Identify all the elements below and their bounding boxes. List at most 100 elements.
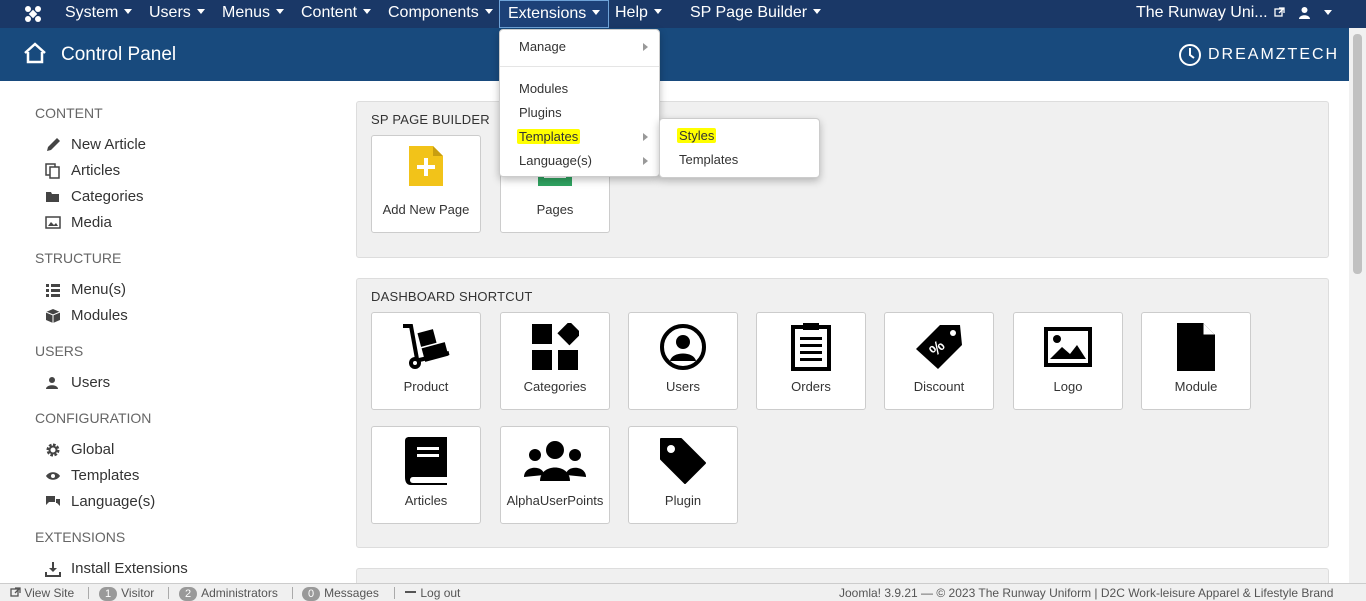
submenu-item-label: Styles bbox=[677, 128, 717, 143]
panel-title: DASHBOARD SHORTCUT bbox=[371, 289, 533, 304]
page-title: Control Panel bbox=[61, 44, 177, 65]
minus-icon bbox=[405, 591, 416, 593]
tile-users[interactable]: Users bbox=[628, 312, 738, 410]
tile-add-new-page[interactable]: Add New Page bbox=[371, 135, 481, 233]
tile-plugin[interactable]: Plugin bbox=[628, 426, 738, 524]
sidebar-item-label: Users bbox=[71, 374, 111, 391]
sidebar-item-label: Install Extensions bbox=[71, 560, 188, 577]
scrollbar-thumb[interactable] bbox=[1353, 34, 1362, 274]
nav-menu-users[interactable]: Users bbox=[149, 0, 205, 28]
nav-menu-content[interactable]: Content bbox=[301, 0, 372, 28]
list-icon bbox=[46, 284, 60, 297]
templates-submenu: Styles Templates bbox=[659, 118, 820, 178]
sidebar-item-label: Language(s) bbox=[71, 493, 156, 510]
menu-item-plugins[interactable]: Plugins bbox=[519, 105, 562, 120]
tile-label: Categories bbox=[523, 379, 587, 394]
sidebar-heading-extensions: EXTENSIONS bbox=[35, 529, 126, 545]
tile-module[interactable]: Module bbox=[1141, 312, 1251, 410]
nav-menu-extensions[interactable]: Extensions bbox=[499, 0, 610, 28]
site-name: The Runway Uni... bbox=[1136, 4, 1268, 21]
page-scrollbar[interactable] bbox=[1349, 28, 1366, 583]
logout-label: Log out bbox=[420, 586, 461, 600]
menu-item-languages[interactable]: Language(s) bbox=[519, 153, 592, 168]
sidebar-heading-structure: STRUCTURE bbox=[35, 250, 122, 266]
tile-categories[interactable]: Categories bbox=[500, 312, 610, 410]
tile-product[interactable]: Product bbox=[371, 312, 481, 410]
categories-icon bbox=[532, 323, 579, 370]
caret-down-icon bbox=[484, 9, 493, 15]
nav-menu-label: Content bbox=[301, 4, 358, 21]
submenu-arrow-icon bbox=[643, 43, 648, 51]
menu-item-modules[interactable]: Modules bbox=[519, 81, 568, 96]
nav-menu-label: Help bbox=[615, 4, 648, 21]
folder-open-icon bbox=[46, 192, 59, 202]
view-site-link[interactable]: View Site bbox=[10, 586, 74, 600]
external-link-icon bbox=[10, 587, 21, 597]
nav-menu-label: SP Page Builder bbox=[690, 4, 808, 21]
tile-label: Add New Page bbox=[382, 202, 470, 217]
nav-menu-menus[interactable]: Menus bbox=[222, 0, 285, 28]
tile-logo[interactable]: Logo bbox=[1013, 312, 1123, 410]
joomla-logo-icon[interactable] bbox=[22, 3, 44, 25]
tile-articles[interactable]: Articles bbox=[371, 426, 481, 524]
nav-menu-system[interactable]: System bbox=[65, 0, 133, 28]
book-icon bbox=[405, 437, 447, 485]
sidebar-item-label: Media bbox=[71, 214, 112, 231]
copyright-text: Joomla! 3.9.21 — © 2023 The Runway Unifo… bbox=[839, 586, 1334, 600]
nav-menu-label: Extensions bbox=[508, 5, 587, 22]
menu-item-manage[interactable]: Manage bbox=[519, 39, 566, 54]
caret-down-icon bbox=[592, 10, 601, 16]
tile-label: Pages bbox=[536, 202, 574, 217]
hand-truck-icon bbox=[403, 324, 450, 369]
clipboard-list-icon bbox=[791, 323, 831, 371]
tile-discount[interactable]: % Discount bbox=[884, 312, 994, 410]
nav-menu-components[interactable]: Components bbox=[388, 0, 493, 28]
panel-title: SP PAGE BUILDER bbox=[371, 112, 490, 127]
view-site-label: View Site bbox=[24, 586, 75, 600]
messages-label: Messages bbox=[324, 586, 379, 600]
nav-menu-help[interactable]: Help bbox=[615, 0, 662, 28]
submenu-item-styles[interactable]: Styles bbox=[677, 128, 717, 143]
pencil-icon bbox=[47, 138, 60, 151]
tile-label: Users bbox=[666, 379, 700, 394]
dreamztech-logo-icon bbox=[1179, 44, 1201, 66]
sidebar: CONTENT New Article Articles Categories … bbox=[0, 81, 340, 583]
caret-down-icon bbox=[363, 9, 372, 15]
tile-label: Articles bbox=[404, 493, 448, 508]
sidebar-item-label: Menu(s) bbox=[71, 281, 127, 298]
dashboard-shortcut-panel: DASHBOARD SHORTCUT Product Categories Us… bbox=[356, 278, 1329, 548]
status-footer: View Site 1 Visitor 2 Administrators 0 Mess… bbox=[0, 583, 1366, 601]
footer-divider bbox=[168, 587, 169, 599]
site-link[interactable]: The Runway Uni... bbox=[1136, 0, 1285, 28]
home-icon bbox=[24, 42, 46, 64]
download-icon bbox=[45, 562, 61, 577]
nav-menu-label: Menus bbox=[222, 4, 271, 21]
sidebar-item-label: Articles bbox=[71, 162, 121, 179]
nav-menu-label: System bbox=[65, 4, 119, 21]
submenu-item-templates[interactable]: Templates bbox=[679, 152, 738, 167]
user-circle-icon bbox=[660, 324, 706, 370]
nav-menu-label: Components bbox=[388, 4, 479, 21]
caret-down-icon bbox=[813, 9, 822, 15]
discount-tag-icon: % bbox=[916, 325, 962, 369]
tile-label: AlphaUserPoints bbox=[506, 493, 604, 508]
external-link-icon bbox=[1274, 7, 1285, 17]
menu-item-templates[interactable]: Templates bbox=[517, 129, 581, 144]
caret-down-icon bbox=[124, 9, 133, 15]
visitor-label: Visitor bbox=[121, 586, 155, 600]
tile-alphauserpoints[interactable]: AlphaUserPoints bbox=[500, 426, 610, 524]
users-icon bbox=[46, 377, 58, 389]
messages-count-badge: 0 bbox=[302, 587, 321, 601]
sidebar-heading-users: USERS bbox=[35, 343, 84, 359]
comments-icon bbox=[46, 496, 60, 506]
nav-menu-label: Users bbox=[149, 4, 191, 21]
administrators-status: 2 Administrators bbox=[179, 586, 278, 601]
tile-orders[interactable]: Orders bbox=[756, 312, 866, 410]
user-menu[interactable] bbox=[1298, 0, 1333, 28]
nav-menu-sp-page-builder[interactable]: SP Page Builder bbox=[690, 0, 822, 28]
menu-divider bbox=[500, 66, 659, 67]
visitor-status: 1 Visitor bbox=[99, 586, 154, 601]
messages-link[interactable]: 0 Messages bbox=[302, 586, 379, 601]
logout-link[interactable]: Log out bbox=[405, 586, 460, 600]
submenu-arrow-icon bbox=[643, 157, 648, 165]
